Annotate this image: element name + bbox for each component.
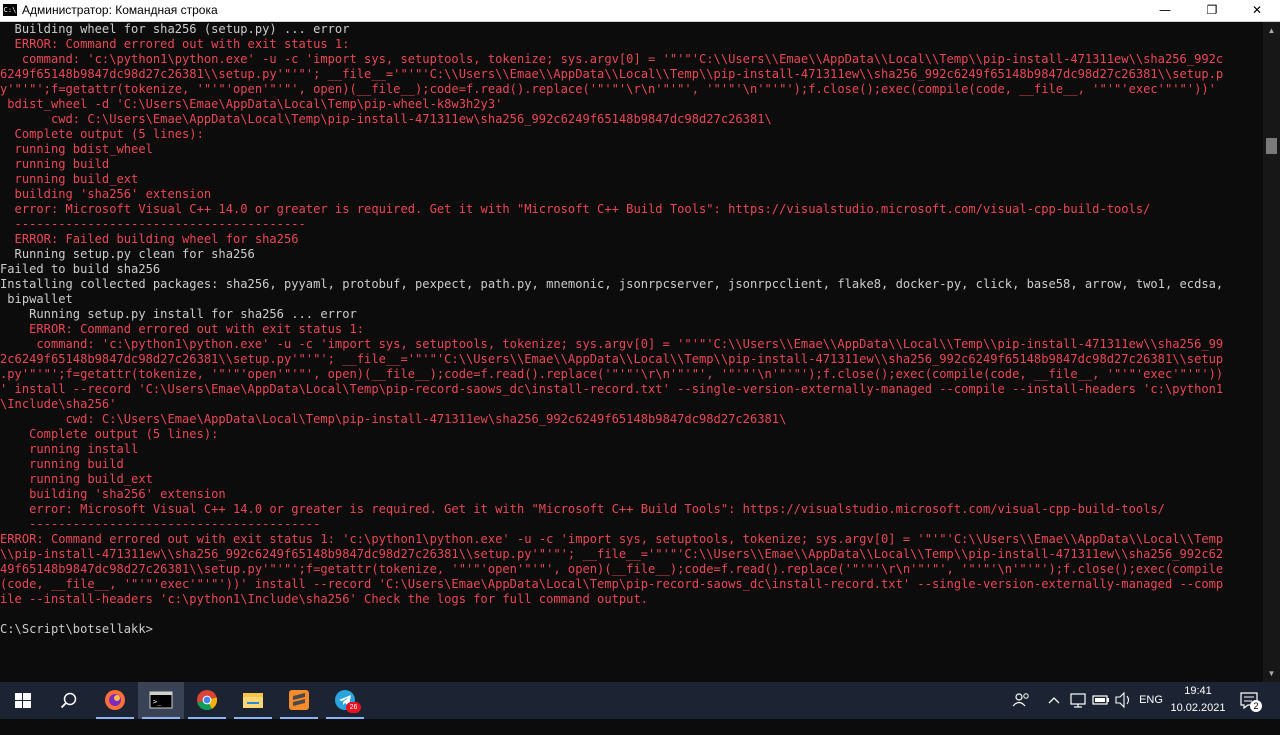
- people-icon: [1012, 693, 1029, 707]
- console-line: running build: [0, 457, 124, 471]
- network-button[interactable]: [1068, 682, 1088, 719]
- console-line: running build_ext: [0, 472, 153, 486]
- chrome-icon: [197, 690, 218, 711]
- sublime-icon: [289, 690, 309, 710]
- console-line: (code, __file__, '"'"'exec'"'"'))' insta…: [0, 577, 1224, 591]
- scrollbar-thumb[interactable]: [1266, 138, 1277, 154]
- console-line: ' install --record 'C:\Users\Emae\AppDat…: [0, 382, 1224, 396]
- console-line: Running setup.py clean for sha256: [0, 247, 255, 261]
- cmd-app-icon: C:\: [3, 4, 17, 16]
- telegram-icon: [335, 690, 355, 710]
- console-line: Running setup.py install for sha256 ... …: [0, 307, 357, 321]
- people-button[interactable]: [1010, 682, 1034, 719]
- console-line: command: 'c:\python1\python.exe' -u -c '…: [0, 52, 1224, 66]
- taskbar: >_ 26 ENG 19:41 10.02.2021 2: [0, 682, 1280, 719]
- battery-button[interactable]: [1090, 682, 1112, 719]
- minimize-button[interactable]: —: [1142, 0, 1188, 21]
- search-button[interactable]: [46, 682, 92, 719]
- maximize-button[interactable]: ❐: [1189, 0, 1235, 21]
- terminal-icon: >_: [149, 691, 173, 709]
- window-title: Администратор: Командная строка: [22, 3, 218, 17]
- scroll-up-arrow-icon[interactable]: ▲: [1263, 22, 1280, 39]
- taskbar-telegram[interactable]: 26: [322, 682, 368, 719]
- console-line: ERROR: Command errored out with exit sta…: [0, 37, 350, 51]
- console-line: \\pip-install-471311ew\\sha256_992c6249f…: [0, 547, 1224, 561]
- scroll-down-arrow-icon[interactable]: ▼: [1263, 665, 1280, 682]
- start-button[interactable]: [0, 682, 46, 719]
- console-line: 6249f65148b9847dc98d27c26381\\setup.py'"…: [0, 67, 1224, 81]
- clock-time[interactable]: 19:41: [1170, 685, 1226, 697]
- language-indicator[interactable]: ENG: [1136, 682, 1166, 719]
- windows-logo-icon: [15, 693, 31, 708]
- console-line: ERROR: Failed building wheel for sha256: [0, 232, 299, 246]
- console-line: running build: [0, 157, 110, 171]
- console-line: Building wheel for sha256 (setup.py) ...…: [0, 22, 350, 36]
- console-line: error: Microsoft Visual C++ 14.0 or grea…: [0, 202, 1151, 216]
- console-line: C:\Script\botsellakk>: [0, 622, 153, 636]
- console-line: ile --install-headers 'c:\python1\Includ…: [0, 592, 649, 606]
- search-icon: [60, 692, 77, 709]
- clock-date[interactable]: 10.02.2021: [1170, 702, 1226, 714]
- firefox-icon: [105, 690, 125, 710]
- console-output[interactable]: Building wheel for sha256 (setup.py) ...…: [0, 22, 1263, 682]
- console-line: Installing collected packages: sha256, p…: [0, 277, 1224, 291]
- console-line: cwd: C:\Users\Emae\AppData\Local\Temp\pi…: [0, 412, 787, 426]
- console-line: y'"'"';f=getattr(tokenize, '"'"'open'"'"…: [0, 82, 1216, 96]
- console-line: ----------------------------------------: [0, 517, 321, 531]
- console-line: 2c6249f65148b9847dc98d27c26381\\setup.py…: [0, 352, 1224, 366]
- console-line: cwd: C:\Users\Emae\AppData\Local\Temp\pi…: [0, 112, 772, 126]
- notification-icon: [1240, 692, 1258, 710]
- console-line: command: 'c:\python1\python.exe' -u -c '…: [0, 337, 1224, 351]
- svg-text:>_: >_: [153, 698, 162, 706]
- console-line: Complete output (5 lines):: [0, 427, 219, 441]
- notification-count-badge: 2: [1250, 700, 1262, 712]
- show-hidden-icons-button[interactable]: [1044, 682, 1064, 719]
- console-line: bdist_wheel -d 'C:\Users\Emae\AppData\Lo…: [0, 97, 503, 111]
- taskbar-sublime[interactable]: [276, 682, 322, 719]
- console-line: running bdist_wheel: [0, 142, 153, 156]
- volume-button[interactable]: [1112, 682, 1134, 719]
- console-line: bipwallet: [0, 292, 73, 306]
- telegram-badge: 26: [346, 702, 361, 713]
- taskbar-chrome[interactable]: [184, 682, 230, 719]
- close-button[interactable]: ✕: [1234, 0, 1280, 21]
- title-bar[interactable]: C:\ Администратор: Командная строка — ❐ …: [0, 0, 1280, 22]
- taskbar-explorer[interactable]: [230, 682, 276, 719]
- taskbar-firefox[interactable]: [92, 682, 138, 719]
- folder-icon: [243, 693, 263, 708]
- console-line: running build_ext: [0, 172, 139, 186]
- console-line: Complete output (5 lines):: [0, 127, 204, 141]
- console-line: error: Microsoft Visual C++ 14.0 or grea…: [0, 502, 1165, 516]
- speaker-icon: [1115, 691, 1130, 709]
- taskbar-cmd[interactable]: >_: [138, 682, 184, 719]
- vertical-scrollbar[interactable]: ▲ ▼: [1263, 22, 1280, 682]
- console-line: running install: [0, 442, 139, 456]
- console-line: ----------------------------------------: [0, 217, 306, 231]
- action-center-button[interactable]: 2: [1234, 682, 1266, 719]
- console-line: .py'"'"';f=getattr(tokenize, '"'"'open'"…: [0, 367, 1224, 381]
- network-icon: [1070, 693, 1086, 708]
- chevron-up-icon: [1048, 697, 1060, 704]
- console-line: 49f65148b9847dc98d27c26381\\setup.py'"'"…: [0, 562, 1224, 576]
- console-line: ERROR: Command errored out with exit sta…: [0, 532, 1224, 546]
- console-line: \Include\sha256': [0, 397, 117, 411]
- console-line: building 'sha256' extension: [0, 487, 226, 501]
- console-line: ERROR: Command errored out with exit sta…: [0, 322, 365, 336]
- console-line: Failed to build sha256: [0, 262, 161, 276]
- battery-icon: [1092, 695, 1109, 705]
- console-line: building 'sha256' extension: [0, 187, 212, 201]
